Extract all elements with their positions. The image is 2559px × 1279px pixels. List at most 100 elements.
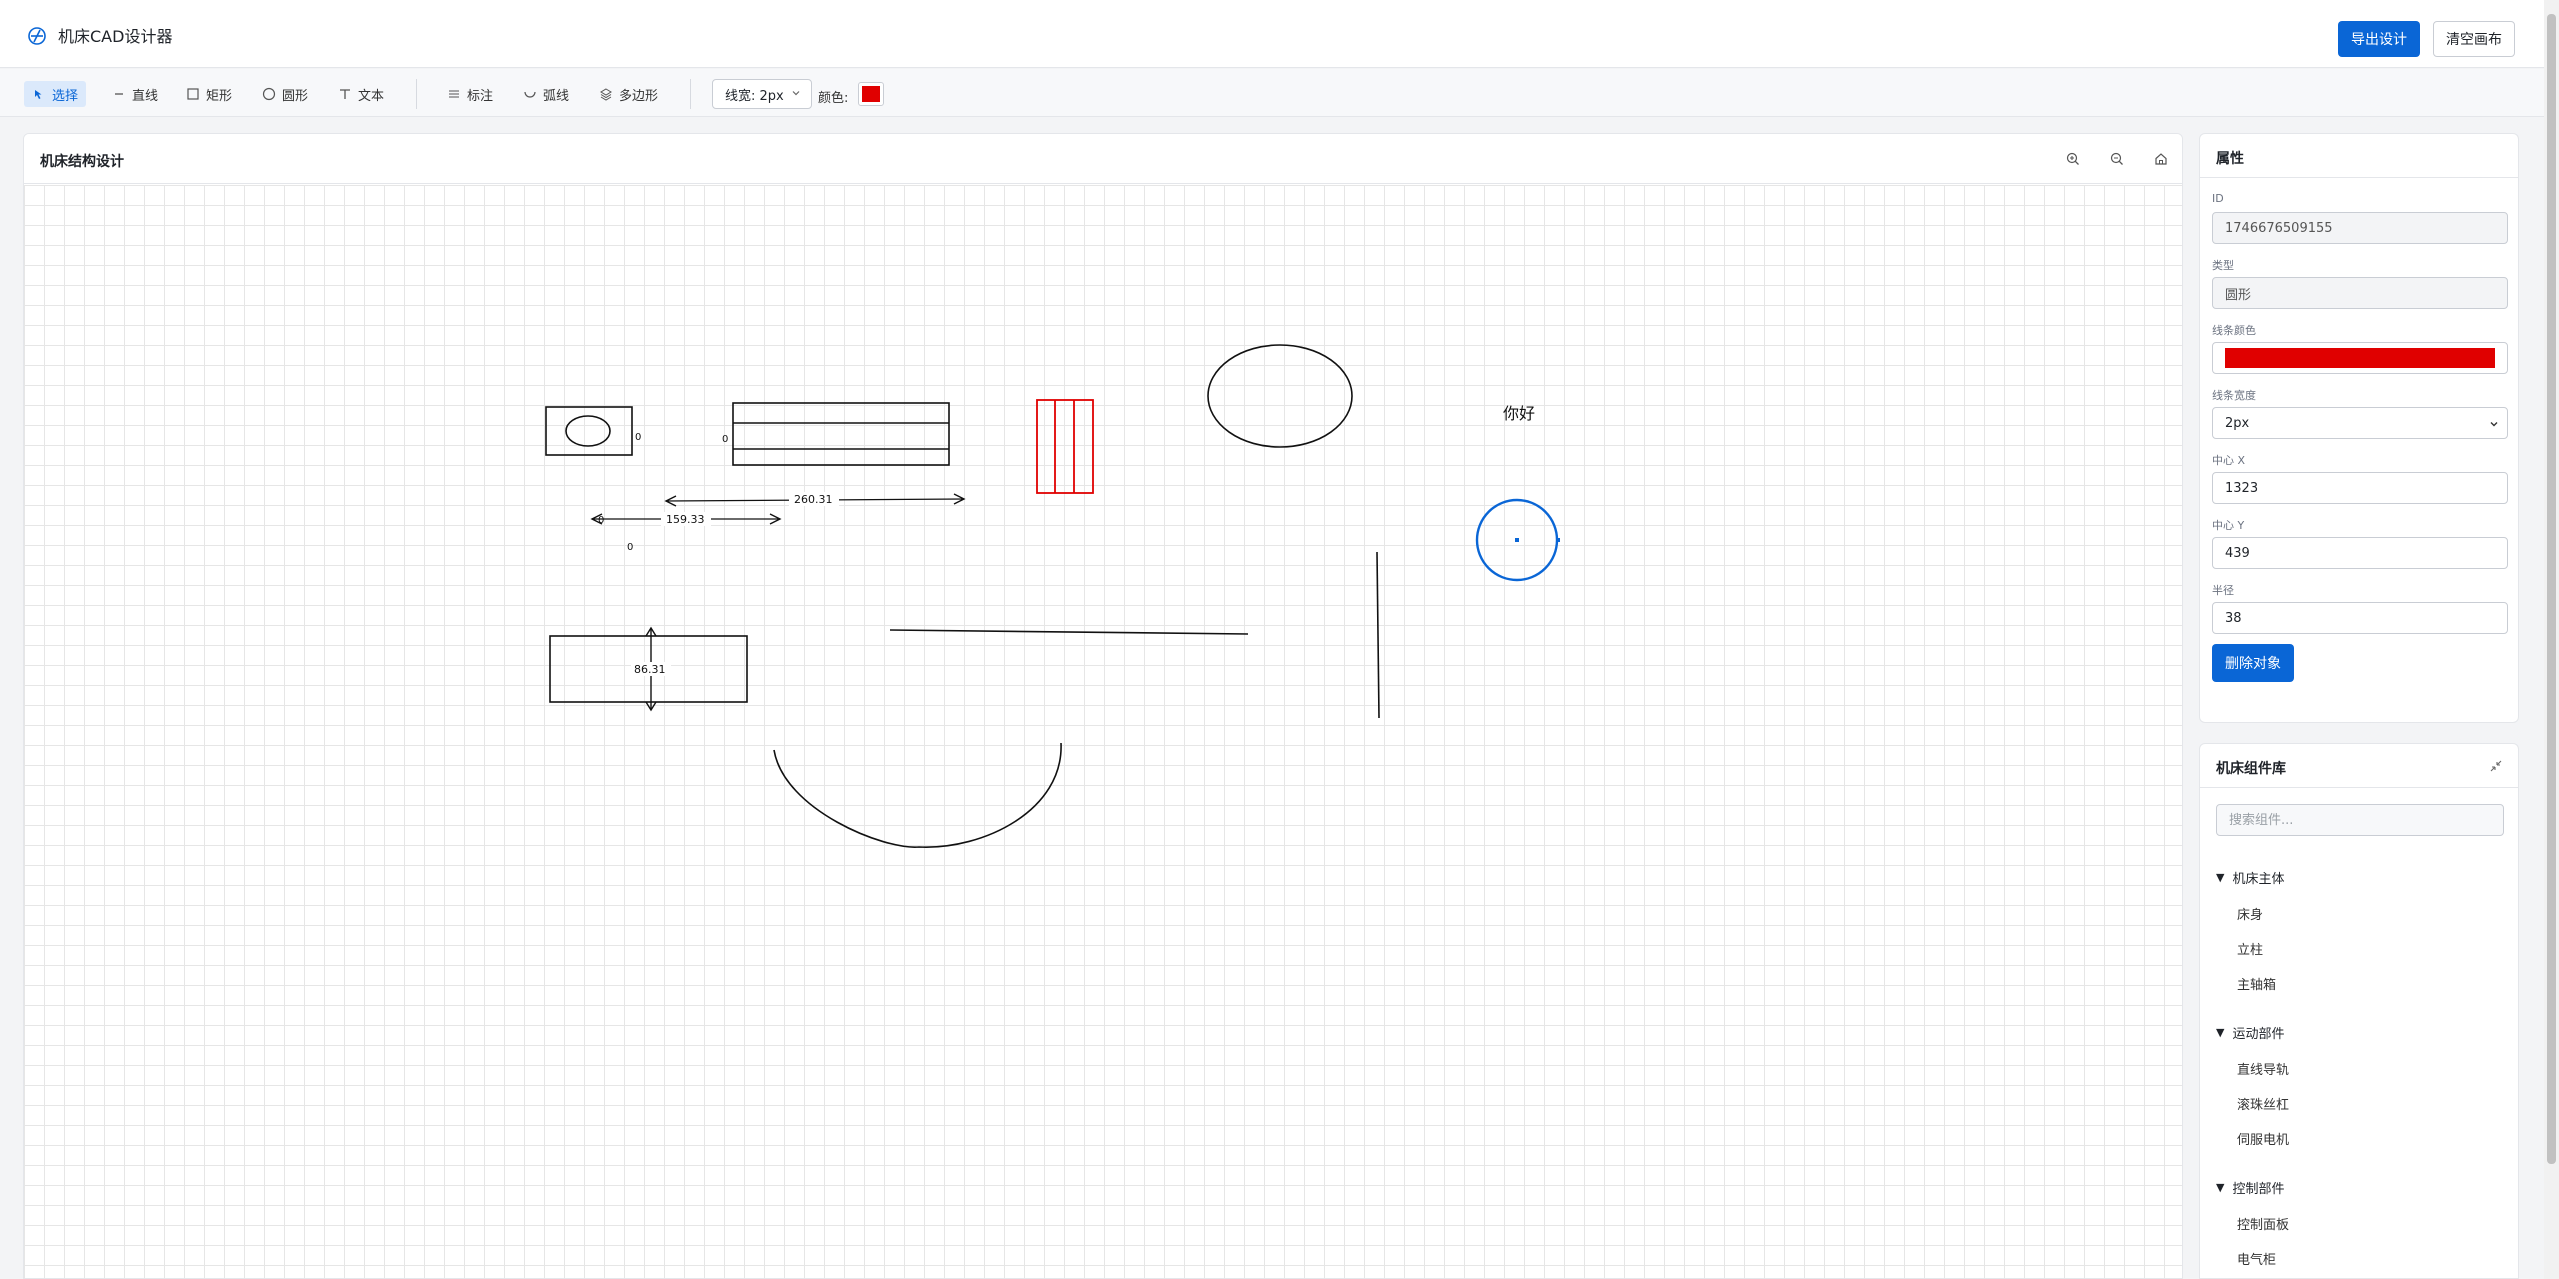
- shape-rectangle[interactable]: [732, 402, 950, 466]
- zoom-in-icon: [2066, 152, 2079, 165]
- color-swatch-fill: [862, 86, 880, 102]
- shape-ellipse[interactable]: [1207, 344, 1353, 448]
- shape-line[interactable]: [889, 629, 1249, 635]
- tool-rectangle-label: 矩形: [206, 88, 233, 104]
- delete-object-button[interactable]: 删除对象: [2212, 644, 2294, 682]
- chevron-down-icon: [792, 91, 800, 96]
- library-item[interactable]: 立柱: [2237, 939, 2263, 958]
- app-header: 机床CAD设计器 导出设计 清空画布: [0, 0, 2544, 68]
- library-item[interactable]: 主轴箱: [2237, 974, 2276, 993]
- category-header[interactable]: ▼ 运动部件: [2216, 1023, 2284, 1042]
- tool-polygon[interactable]: 多边形: [591, 81, 666, 107]
- type-field: 圆形: [2212, 277, 2508, 309]
- library-item[interactable]: 控制面板: [2237, 1214, 2289, 1233]
- toolbar: 选择 直线 矩形 圆形 文本 标注 弧线 多边形 线宽: 2px 颜色:: [0, 69, 2544, 117]
- rectangle-icon: [187, 88, 199, 100]
- canvas-text-object[interactable]: 你好: [1503, 404, 1535, 423]
- color-picker[interactable]: [858, 82, 884, 106]
- small-label: 0: [627, 542, 633, 553]
- tool-dimension[interactable]: 标注: [439, 81, 501, 107]
- clear-canvas-button[interactable]: 清空画布: [2433, 21, 2515, 57]
- component-search-input[interactable]: [2216, 804, 2504, 836]
- small-label: 0: [598, 515, 604, 526]
- stroke-color-field[interactable]: [2212, 342, 2508, 374]
- zoom-in-button[interactable]: [2061, 147, 2085, 171]
- collapse-icon[interactable]: [2488, 758, 2504, 774]
- center-y-field[interactable]: 439: [2212, 537, 2508, 569]
- center-y-label: 中心 Y: [2212, 519, 2245, 532]
- category-header[interactable]: ▼ 控制部件: [2216, 1178, 2284, 1197]
- export-design-button[interactable]: 导出设计: [2338, 21, 2420, 57]
- tool-arc[interactable]: 弧线: [515, 81, 577, 107]
- toolbar-divider: [690, 79, 691, 109]
- tool-circle-label: 圆形: [282, 88, 309, 104]
- stroke-color-swatch: [2225, 348, 2495, 368]
- tool-dimension-label: 标注: [467, 88, 494, 104]
- drawing-svg[interactable]: 0 0 你好 260.31 159.33 0 0 86.31: [24, 185, 2183, 1279]
- component-library-panel: 机床组件库 ▼ 机床主体 床身 立柱 主轴箱 ▼ 运动部件 直线导轨 滚珠丝杠 伺服…: [2199, 743, 2519, 1279]
- shape-ellipse[interactable]: [565, 415, 611, 447]
- radius-field[interactable]: 38: [2212, 602, 2508, 634]
- stroke-width-select[interactable]: 2px: [2212, 407, 2508, 439]
- dimension-icon: [449, 90, 459, 98]
- drawing-canvas[interactable]: 0 0 你好 260.31 159.33 0 0 86.31: [24, 185, 2183, 1279]
- divider: [2200, 787, 2518, 788]
- properties-title: 属性: [2216, 151, 2244, 167]
- pointer-icon: [35, 90, 42, 99]
- home-icon: [2155, 153, 2167, 165]
- divider: [2200, 177, 2518, 178]
- tool-select[interactable]: 选择: [24, 81, 87, 107]
- circle-radius-handle[interactable]: [1556, 538, 1560, 542]
- circle-icon: [262, 87, 276, 101]
- shape-line[interactable]: [1376, 551, 1380, 719]
- id-label: ID: [2212, 192, 2224, 205]
- app-title: 机床CAD设计器: [58, 27, 173, 46]
- polygon-icon: [600, 88, 612, 101]
- app-logo-icon: [28, 27, 46, 45]
- stroke-width-value: 2px: [2225, 415, 2250, 431]
- library-item[interactable]: 床身: [2237, 904, 2263, 923]
- reset-view-button[interactable]: [2149, 147, 2173, 171]
- shape-rectangle[interactable]: [545, 406, 633, 456]
- tool-line[interactable]: 直线: [104, 81, 166, 107]
- stroke-width-label: 线条宽度: [2212, 389, 2256, 402]
- center-x-label: 中心 X: [2212, 454, 2246, 467]
- caret-down-icon: ▼: [2216, 1181, 2225, 1194]
- canvas-title: 机床结构设计: [40, 154, 124, 170]
- category-header[interactable]: ▼ 机床主体: [2216, 868, 2284, 887]
- library-title: 机床组件库: [2216, 761, 2286, 777]
- properties-panel: 属性 ID 1746676509155 类型 圆形 线条颜色 线条宽度 2px …: [2199, 133, 2519, 723]
- line-width-select[interactable]: 线宽: 2px: [712, 79, 812, 109]
- stroke-color-label: 线条颜色: [2212, 324, 2256, 337]
- arc-icon: [524, 91, 536, 98]
- radius-label: 半径: [2212, 584, 2234, 597]
- library-item[interactable]: 伺服电机: [2237, 1129, 2289, 1148]
- category-name: 机床主体: [2232, 872, 2285, 887]
- zoom-out-button[interactable]: [2105, 147, 2129, 171]
- shape-red-rectangle[interactable]: [1036, 399, 1094, 494]
- library-item[interactable]: 电气柜: [2237, 1249, 2276, 1268]
- tool-text[interactable]: 文本: [330, 81, 392, 107]
- dimension-label: 86.31: [634, 663, 666, 676]
- small-label: 0: [722, 434, 728, 445]
- type-label: 类型: [2212, 259, 2234, 272]
- tool-polygon-label: 多边形: [619, 88, 659, 104]
- page-scrollbar[interactable]: [2544, 0, 2559, 1279]
- shape-arc[interactable]: [773, 742, 1062, 848]
- category-name: 控制部件: [2232, 1182, 2285, 1197]
- line-width-value: 线宽: 2px: [725, 88, 784, 104]
- library-item[interactable]: 滚珠丝杠: [2237, 1094, 2289, 1113]
- dimension-label: 260.31: [794, 493, 833, 506]
- caret-down-icon: ▼: [2216, 1026, 2225, 1039]
- canvas-panel: 机床结构设计 0 0 你好 260.31 159.33 0 0 86.31: [23, 133, 2183, 1279]
- scrollbar-thumb[interactable]: [2547, 14, 2556, 1164]
- chevron-down-icon: [2490, 422, 2498, 427]
- color-label: 颜色:: [818, 91, 849, 106]
- circle-center-handle[interactable]: [1515, 538, 1519, 542]
- tool-circle[interactable]: 圆形: [254, 81, 316, 107]
- caret-down-icon: ▼: [2216, 871, 2225, 884]
- canvas-header: 机床结构设计: [24, 134, 2182, 184]
- center-x-field[interactable]: 1323: [2212, 472, 2508, 504]
- tool-rectangle[interactable]: 矩形: [178, 81, 240, 107]
- library-item[interactable]: 直线导轨: [2237, 1059, 2289, 1078]
